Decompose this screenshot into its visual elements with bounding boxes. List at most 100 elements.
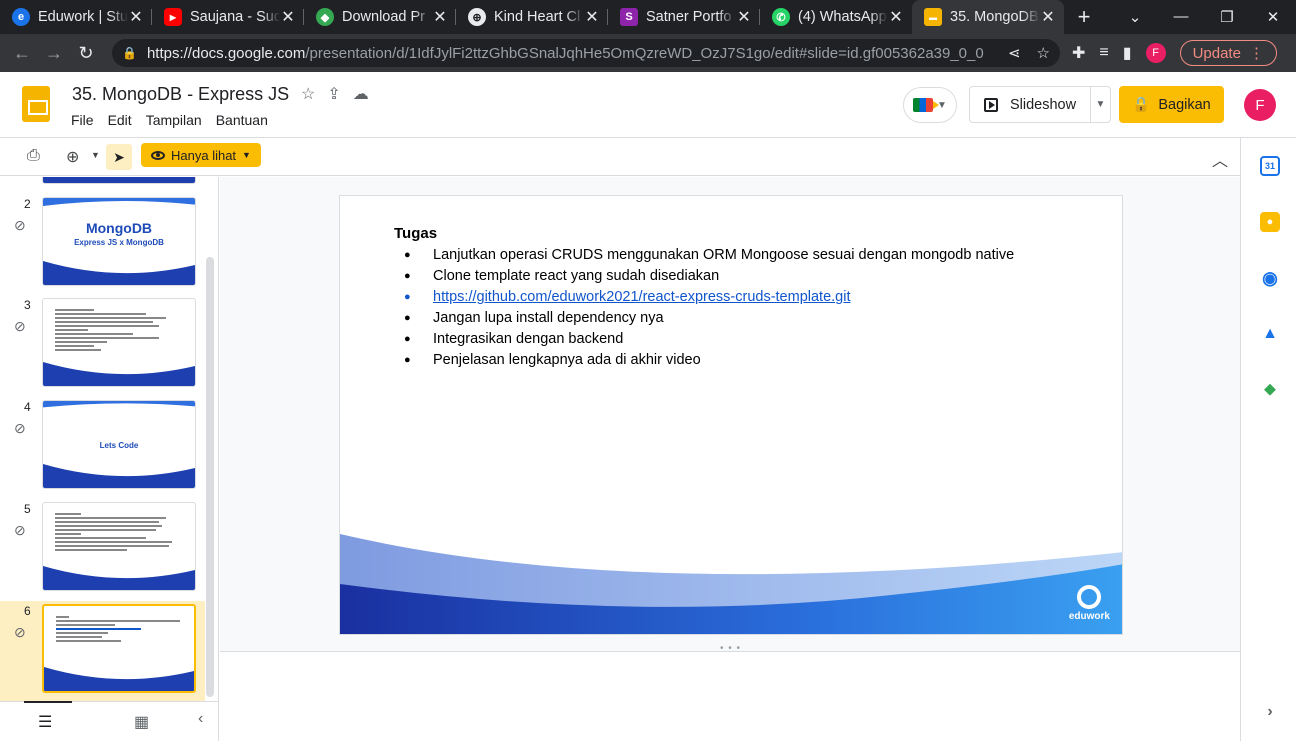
close-icon[interactable]: ✕ [888, 7, 904, 27]
chevron-down-icon: ▼ [242, 150, 251, 160]
document-title[interactable]: 35. MongoDB - Express JS [72, 84, 289, 105]
cloud-status-icon[interactable]: ☁ [353, 84, 369, 104]
view-mode-label: Hanya lihat [171, 147, 237, 163]
slide-thumbnail[interactable] [42, 298, 196, 387]
star-icon[interactable]: ☆ [301, 84, 315, 104]
collapse-panel-icon[interactable]: ‹ [198, 710, 203, 728]
filmstrip-scrollbar[interactable] [206, 257, 214, 697]
speaker-notes[interactable]: • • • [220, 643, 1240, 741]
browser-tab-active[interactable]: ▬ 35. MongoDB ✕ [912, 0, 1064, 34]
slide-bullet: Lanjutkan operasi CRUDS menggunakan ORM … [394, 245, 1094, 266]
menu-edit[interactable]: Edit [108, 112, 132, 128]
slideshow-dropdown-icon[interactable]: ▼ [1091, 99, 1110, 110]
close-icon[interactable]: ✕ [432, 7, 448, 27]
tasks-icon[interactable]: ◉ [1260, 268, 1280, 288]
share-label: Bagikan [1158, 96, 1211, 113]
youtube-favicon-icon: ▶ [164, 8, 182, 26]
reading-list-icon[interactable]: ≡ [1099, 44, 1108, 62]
share-icon[interactable]: ⋖ [1008, 44, 1021, 62]
update-button[interactable]: Update ⋮ [1179, 40, 1277, 66]
download-favicon-icon: ◆ [316, 8, 334, 26]
calendar-icon[interactable]: 31 [1260, 156, 1280, 176]
view-mode-button[interactable]: Hanya lihat ▼ [141, 143, 261, 167]
thumb-text-lines [56, 616, 186, 644]
profile-avatar[interactable]: F [1145, 43, 1166, 63]
link-icon: ⊘ [14, 522, 26, 538]
tab-search-icon[interactable]: ⌄ [1112, 8, 1158, 26]
side-apps-panel: 31 ● ◉ ▲ ⬥ › [1240, 138, 1296, 741]
contacts-icon[interactable]: ▲ [1260, 324, 1280, 344]
filmstrip-footer: ☰ ▦ ‹ [0, 701, 218, 741]
slide-bullet-list: Lanjutkan operasi CRUDS menggunakan ORM … [394, 245, 1094, 371]
share-button[interactable]: 🔒 Bagikan [1119, 86, 1224, 123]
account-avatar[interactable]: F [1244, 89, 1276, 121]
close-icon[interactable]: ✕ [584, 7, 600, 27]
slides-favicon-icon: ▬ [924, 8, 942, 26]
forward-icon[interactable]: → [38, 43, 70, 64]
slide-thumbnail[interactable] [42, 177, 196, 184]
meet-button[interactable]: ▼ [903, 87, 957, 123]
select-pointer-icon[interactable]: ➤ [106, 144, 132, 170]
zoom-icon[interactable]: ⊕ [66, 147, 79, 167]
slide-bullet: Jangan lupa install dependency nya [394, 308, 1094, 329]
menu-file[interactable]: File [71, 112, 94, 128]
slide-footer-wave [340, 534, 1122, 634]
browser-tab[interactable]: ◆ Download Pr ✕ [304, 0, 456, 34]
bookmark-star-icon[interactable]: ☆ [1037, 44, 1050, 62]
print-icon[interactable]: ⎙ [27, 147, 40, 165]
menu-bar: File Edit Tampilan Bantuan [71, 112, 282, 128]
link-icon: ⊘ [14, 318, 26, 334]
reload-icon[interactable]: ↻ [70, 43, 102, 64]
grid-view-icon[interactable]: ▦ [134, 712, 149, 732]
tab-title: Saujana - Sud [190, 9, 280, 25]
close-icon[interactable]: ✕ [1040, 7, 1056, 27]
expand-panel-icon[interactable]: › [1260, 702, 1280, 722]
slide-number: 4 [24, 400, 31, 414]
browser-tab[interactable]: S Satner Portfo ✕ [608, 0, 760, 34]
thumb-text-lines [55, 309, 185, 353]
slideshow-button[interactable]: Slideshow ▼ [969, 86, 1111, 123]
current-slide: Tugas Lanjutkan operasi CRUDS menggunaka… [339, 195, 1123, 635]
restore-icon[interactable]: ❐ [1204, 8, 1250, 26]
slide-thumbnail[interactable]: MongoDB Express JS x MongoDB [42, 197, 196, 286]
browser-tab-strip: e Eduwork | Stu ✕ ▶ Saujana - Sud ✕ ◆ Do… [0, 0, 1296, 34]
lock-icon[interactable]: 🔒 [122, 46, 137, 60]
minimize-icon[interactable]: — [1158, 8, 1204, 26]
browser-tab[interactable]: ▶ Saujana - Sud ✕ [152, 0, 304, 34]
new-tab-icon[interactable]: + [1064, 4, 1104, 30]
close-icon[interactable]: ✕ [736, 7, 752, 27]
edit-toolbar: ⎙ ⊕ ▼ ➤ Hanya lihat ▼ ︿ [0, 138, 1240, 176]
more-icon: ⋮ [1248, 45, 1264, 62]
close-icon[interactable]: ✕ [128, 7, 144, 27]
slide-thumbnail[interactable]: Lets Code [42, 400, 196, 489]
active-view-indicator [24, 701, 72, 703]
url-host: https://docs.google.com [146, 44, 306, 62]
move-to-drive-icon[interactable]: ⇪ [327, 84, 340, 104]
collapse-icon[interactable]: ︿ [1212, 147, 1228, 171]
maps-icon[interactable]: ⬥ [1260, 380, 1280, 400]
chevron-down-icon[interactable]: ▼ [91, 150, 100, 160]
keep-icon[interactable]: ● [1260, 212, 1280, 232]
back-icon[interactable]: ← [6, 43, 38, 64]
browser-tab[interactable]: e Eduwork | Stu ✕ [0, 0, 152, 34]
eduwork-logo-icon [1077, 585, 1102, 609]
window-close-icon[interactable]: ✕ [1250, 8, 1296, 26]
slide-thumbnail[interactable] [42, 502, 196, 591]
slides-logo-icon[interactable] [22, 86, 50, 122]
thumb-title: Lets Code [99, 441, 139, 450]
menu-help[interactable]: Bantuan [216, 112, 268, 128]
extensions-icon[interactable]: ✚ [1072, 43, 1085, 63]
github-link[interactable]: https://github.com/eduwork2021/react-exp… [433, 289, 850, 305]
close-icon[interactable]: ✕ [280, 7, 296, 27]
tab-title: Eduwork | Stu [38, 9, 128, 25]
filmstrip-view-icon[interactable]: ☰ [38, 712, 52, 732]
side-panel-icon[interactable]: ▮ [1123, 43, 1132, 63]
link-icon: ⊘ [14, 624, 26, 640]
slide-thumbnail-active[interactable] [42, 604, 196, 693]
browser-tab[interactable]: ✆ (4) WhatsApp ✕ [760, 0, 912, 34]
browser-tab[interactable]: ⊕ Kind Heart Cl ✕ [456, 0, 608, 34]
app-header: 35. MongoDB - Express JS ☆ ⇪ ☁ File Edit… [0, 72, 1296, 138]
resize-handle-icon[interactable]: • • • [720, 643, 741, 654]
address-bar[interactable]: 🔒 https://docs.google.com /presentation/… [112, 39, 1060, 67]
menu-view[interactable]: Tampilan [146, 112, 202, 128]
